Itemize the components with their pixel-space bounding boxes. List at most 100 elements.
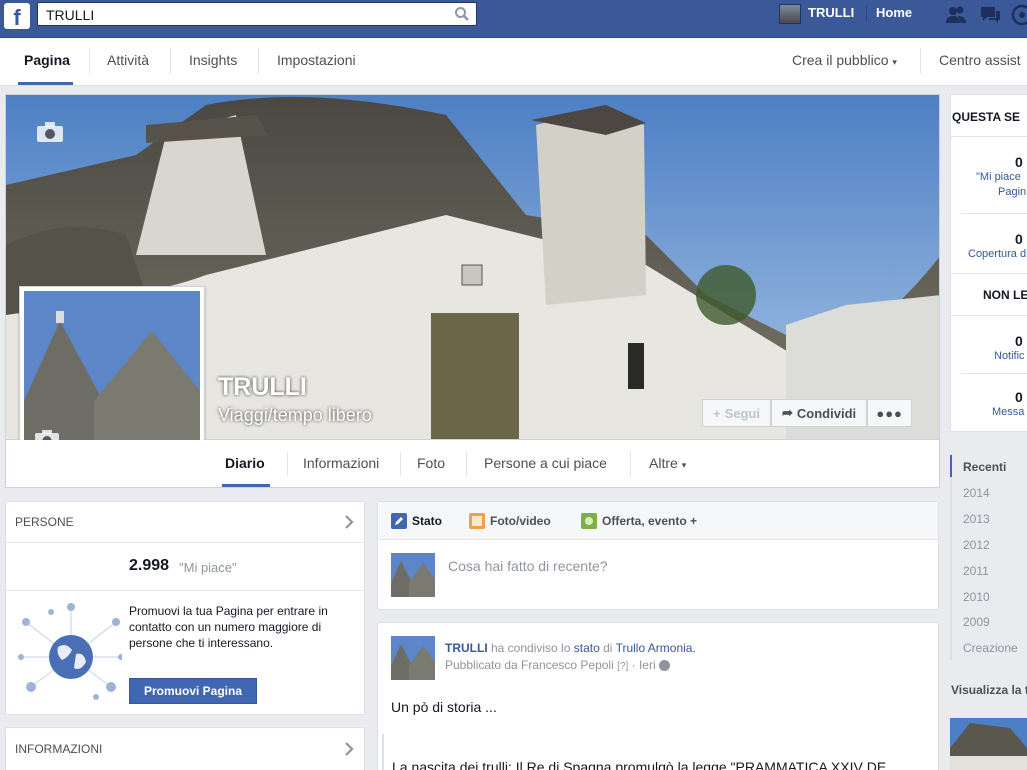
composer-input[interactable]: Cosa hai fatto di recente?	[448, 558, 608, 574]
page-title: TRULLI	[218, 373, 307, 401]
shared-from-link[interactable]: Trullo Armonia.	[616, 641, 696, 655]
notifications-stat-label[interactable]: Notific	[994, 350, 1025, 362]
chevron-right-icon[interactable]	[344, 742, 354, 756]
nav-insights[interactable]: Insights	[189, 52, 237, 68]
divider	[951, 315, 1027, 316]
divider	[89, 48, 90, 74]
messages-stat-label[interactable]: Messa	[992, 406, 1024, 418]
post-author-avatar[interactable]	[391, 636, 435, 680]
likes-count: 2.998	[129, 557, 170, 574]
tab-altre[interactable]: Altre ▾	[649, 455, 686, 471]
follow-button[interactable]: + Segui	[702, 399, 771, 427]
chevron-right-icon[interactable]	[344, 515, 354, 529]
divider	[961, 213, 1027, 214]
profile-avatar[interactable]	[779, 4, 801, 24]
follow-button-label: Segui	[724, 405, 760, 421]
home-link[interactable]: Home	[876, 5, 912, 20]
nav-impostazioni[interactable]: Impostazioni	[277, 52, 356, 68]
nav-crea-pubblico-label: Crea il pubblico	[792, 52, 889, 68]
reach-stat-value: 0	[1015, 231, 1023, 247]
nav-centro-assistenza[interactable]: Centro assist	[939, 52, 1021, 68]
camera-icon[interactable]	[36, 121, 64, 143]
active-indicator	[222, 484, 270, 487]
post-text: Un pò di storia ...	[391, 699, 497, 715]
nav-attivita[interactable]: Attività	[107, 52, 149, 68]
likes-label[interactable]: "Mi piace"	[179, 560, 237, 575]
photo-icon	[469, 513, 485, 529]
timeline-years: Recenti 2014 2013 2012 2011 2010 2009 Cr…	[950, 455, 1027, 660]
tab-informazioni[interactable]: Informazioni	[303, 455, 379, 471]
page-admin-nav: Pagina Attività Insights Impostazioni Cr…	[0, 38, 1027, 86]
friend-requests-icon[interactable]	[944, 3, 968, 27]
photo-thumbnail[interactable]	[950, 718, 1027, 770]
quote-bar	[382, 734, 384, 770]
likes-stat-value: 0	[1015, 154, 1023, 170]
likes-stat-label[interactable]: "Mi piace	[976, 171, 1021, 183]
nav-pagina[interactable]: Pagina	[24, 52, 70, 68]
page-category[interactable]: Viaggi/tempo libero	[218, 405, 372, 426]
year-2012[interactable]: 2012	[963, 538, 990, 552]
post-author-link[interactable]: TRULLI	[445, 641, 488, 655]
composer-avatar	[391, 553, 435, 597]
divider	[258, 48, 259, 74]
tab-foto[interactable]: Foto	[417, 455, 445, 471]
people-header[interactable]: PERSONE	[15, 515, 74, 529]
post-text-2: La nascita dei trulli: Il Re di Spagna p…	[392, 759, 887, 770]
active-indicator	[18, 82, 73, 85]
help-link[interactable]: [?]	[617, 661, 628, 672]
this-week-header: QUESTA SE	[952, 110, 1021, 124]
share-button[interactable]: ➦ Condividi	[771, 399, 868, 427]
promote-page-button[interactable]: Promuovi Pagina	[129, 678, 257, 704]
search-value: TRULLI	[46, 7, 95, 23]
search-icon[interactable]	[454, 6, 470, 22]
globe-privacy-icon[interactable]	[658, 660, 670, 672]
search-input[interactable]: TRULLI	[37, 2, 477, 26]
messages-stat-value: 0	[1015, 389, 1023, 405]
notifications-icon[interactable]	[1010, 3, 1027, 27]
divider	[920, 48, 921, 74]
tab-diario[interactable]: Diario	[225, 455, 265, 471]
profile-name-link[interactable]: TRULLI	[808, 5, 854, 20]
year-2009[interactable]: 2009	[963, 615, 990, 629]
more-options-button[interactable]: ●●●	[867, 399, 913, 427]
post-time[interactable]: Ieri	[639, 658, 656, 672]
composer: Stato Foto/video Offerta, evento + Cosa …	[377, 501, 939, 610]
pencil-icon	[391, 513, 407, 529]
reach-stat-label[interactable]: Copertura d	[968, 248, 1026, 260]
divider	[961, 373, 1027, 374]
year-2013[interactable]: 2013	[963, 512, 990, 526]
year-recenti[interactable]: Recenti	[963, 460, 1006, 474]
post-action-text-2: di	[603, 641, 613, 655]
facebook-logo-icon[interactable]: f	[4, 3, 30, 30]
offer-icon	[581, 513, 597, 529]
divider	[6, 542, 366, 543]
people-box: PERSONE 2.998 "Mi piace" Promuovi la tua…	[5, 501, 366, 715]
info-box: INFORMAZIONI	[5, 727, 365, 770]
composer-tab-offer[interactable]: Offerta, evento +	[581, 513, 697, 529]
composer-tab-status-label: Stato	[412, 514, 442, 528]
share-arrow-icon: ➦	[782, 405, 793, 420]
composer-tab-photo[interactable]: Foto/video	[469, 513, 551, 529]
composer-tab-status[interactable]: Stato	[391, 513, 442, 529]
year-2014[interactable]: 2014	[963, 486, 990, 500]
ellipsis-icon: ●●●	[876, 405, 903, 421]
divider	[951, 136, 1027, 137]
this-week-box: QUESTA SE 0 "Mi piace Pagin 0 Copertura …	[950, 94, 1027, 432]
post-status-link[interactable]: stato	[574, 641, 600, 655]
divider	[6, 590, 366, 591]
year-2011[interactable]: 2011	[963, 564, 989, 578]
divider	[287, 452, 288, 476]
divider	[466, 452, 467, 476]
year-creazione[interactable]: Creazione	[963, 641, 1018, 655]
nav-crea-pubblico[interactable]: Crea il pubblico ▾	[792, 52, 897, 68]
unread-header: NON LE	[983, 288, 1027, 302]
notifications-stat-value: 0	[1015, 333, 1023, 349]
top-bar: f TRULLI TRULLI Home	[0, 0, 1027, 38]
visualize-link[interactable]: Visualizza la t	[951, 683, 1027, 697]
messages-icon[interactable]	[978, 3, 1002, 27]
info-header[interactable]: INFORMAZIONI	[15, 742, 102, 756]
year-2010[interactable]: 2010	[963, 590, 990, 604]
caret-down-icon: ▾	[681, 460, 687, 470]
tab-persone-a-cui-piace[interactable]: Persone a cui piace	[484, 455, 607, 471]
likes-stat-label-2[interactable]: Pagin	[998, 186, 1026, 198]
